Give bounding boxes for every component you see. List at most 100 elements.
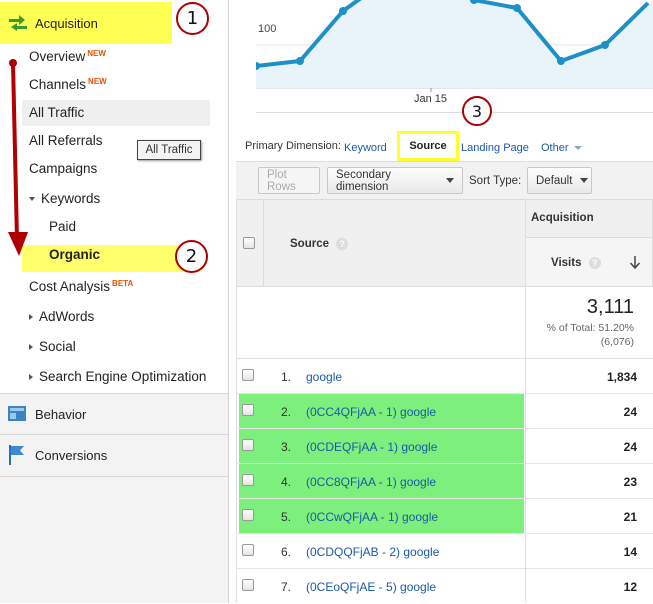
- collapsed-caret-icon: [29, 314, 33, 321]
- x-tick-label: Jan 15: [414, 93, 448, 105]
- chevron-down-icon: [573, 146, 582, 151]
- row-visits: 24: [623, 405, 637, 419]
- other-label: Other: [541, 142, 569, 154]
- overview-label: Overview: [29, 49, 86, 64]
- adwords-label: AdWords: [39, 309, 95, 324]
- sort-type-value: Default: [536, 174, 573, 187]
- chart-point: [557, 57, 565, 65]
- row-number: 1.: [281, 370, 292, 384]
- row-visits: 14: [623, 545, 637, 559]
- row-visits: 12: [623, 580, 637, 594]
- column-divider: [525, 199, 526, 603]
- sort-type-dropdown[interactable]: Default: [527, 167, 592, 194]
- visits-column-header[interactable]: Visits ?: [551, 257, 601, 269]
- row-number: 6.: [281, 545, 292, 559]
- row-checkbox[interactable]: [242, 544, 254, 556]
- dimension-other-dropdown[interactable]: Other: [541, 142, 582, 154]
- source-column-header[interactable]: Source ?: [290, 238, 349, 250]
- row-source-link[interactable]: (0CEoQFjAE - 5) google: [306, 580, 436, 594]
- row-number: 3.: [281, 440, 292, 454]
- social-label: Social: [39, 339, 76, 354]
- collapsed-caret-icon: [29, 374, 33, 381]
- sidebar-conversions[interactable]: Conversions: [0, 435, 228, 476]
- channels-label: Channels: [29, 77, 87, 92]
- total-visits: 3,111: [586, 296, 634, 318]
- primary-dimension-label: Primary Dimension:: [245, 140, 341, 152]
- behavior-icon: [8, 406, 26, 421]
- sidebar-item-adwords[interactable]: AdWords: [29, 309, 94, 324]
- dimension-keyword-link[interactable]: Keyword: [344, 142, 387, 154]
- sidebar-acquisition[interactable]: Acquisition: [0, 2, 172, 44]
- sidebar-item-overview[interactable]: Overview NEW: [29, 49, 106, 64]
- chart-point: [513, 4, 521, 12]
- keywords-label: Keywords: [41, 191, 101, 206]
- table-row: 7. (0CEoQFjAE - 5) google 12: [236, 569, 653, 604]
- table-row: 1. google 1,834: [236, 359, 653, 394]
- secondary-dimension-dropdown[interactable]: Secondary dimension: [327, 167, 463, 194]
- row-checkbox[interactable]: [242, 474, 254, 486]
- help-icon[interactable]: ?: [336, 238, 349, 250]
- sidebar-item-social[interactable]: Social: [29, 339, 76, 354]
- total-percentage: % of Total: 51.20%: [546, 322, 634, 334]
- sidebar-behavior[interactable]: Behavior: [0, 394, 228, 435]
- chart-point: [601, 41, 609, 49]
- row-source-link[interactable]: (0CDEQFjAA - 1) google: [306, 440, 437, 454]
- sort-type-label: Sort Type:: [469, 175, 522, 187]
- y-tick-label: 100: [258, 23, 277, 35]
- sidebar-item-organic[interactable]: Organic: [49, 247, 100, 262]
- acquisition-label: Acquisition: [35, 15, 98, 31]
- annotation-marker-2: 2: [175, 240, 208, 273]
- visits-header-label: Visits: [551, 257, 582, 269]
- row-number: 7.: [281, 580, 292, 594]
- row-checkbox[interactable]: [242, 369, 254, 381]
- row-visits: 21: [623, 510, 637, 524]
- row-checkbox[interactable]: [242, 439, 254, 451]
- visits-line-chart: [256, 0, 653, 92]
- total-base: (6,076): [600, 336, 634, 348]
- sidebar-item-seo[interactable]: Search Engine Optimization: [29, 369, 206, 384]
- row-checkbox[interactable]: [242, 509, 254, 521]
- sort-descending-icon[interactable]: [629, 255, 641, 269]
- secondary-dimension-label: Secondary dimension: [336, 168, 391, 193]
- chart-point: [296, 57, 304, 65]
- row-source-link[interactable]: (0CC8QFjAA - 1) google: [306, 475, 436, 489]
- select-all-checkbox[interactable]: [243, 237, 255, 249]
- row-checkbox[interactable]: [242, 404, 254, 416]
- beta-badge: BETA: [112, 279, 134, 288]
- cost-analysis-label: Cost Analysis: [29, 279, 111, 294]
- table-row: 5. (0CCwQFjAA - 1) google 21: [236, 499, 653, 534]
- sidebar: Acquisition Overview NEW Channels NEW All …: [0, 0, 229, 603]
- row-source-link[interactable]: (0CDQQFjAB - 2) google: [306, 545, 439, 559]
- help-icon[interactable]: ?: [588, 257, 601, 269]
- seo-label: Search Engine Optimization: [39, 369, 207, 384]
- chart-divider: [256, 112, 653, 113]
- row-visits: 1,834: [606, 370, 637, 384]
- dimension-source-selected[interactable]: Source: [397, 131, 459, 161]
- sidebar-item-paid[interactable]: Paid: [49, 219, 76, 234]
- sidebar-item-cost-analysis[interactable]: Cost Analysis BETA: [29, 279, 133, 294]
- annotation-marker-1: 1: [176, 2, 209, 35]
- row-visits: 24: [623, 440, 637, 454]
- row-source-link[interactable]: google: [306, 370, 342, 384]
- plot-rows-button[interactable]: Plot Rows: [258, 167, 320, 194]
- sidebar-item-keywords[interactable]: Keywords: [29, 191, 100, 206]
- row-source-link[interactable]: (0CC4QFjAA - 1) google: [306, 405, 436, 419]
- sidebar-item-channels[interactable]: Channels NEW: [29, 77, 107, 92]
- row-checkbox[interactable]: [242, 579, 254, 591]
- table-row: 2. (0CC4QFjAA - 1) google 24: [236, 394, 653, 429]
- row-number: 5.: [281, 510, 292, 524]
- expanded-caret-icon: [29, 197, 35, 202]
- tooltip: All Traffic: [137, 140, 201, 160]
- sidebar-item-campaigns[interactable]: Campaigns: [29, 161, 97, 176]
- acquisition-icon: [9, 15, 27, 31]
- behavior-label: Behavior: [35, 407, 87, 422]
- sidebar-item-all-traffic[interactable]: All Traffic: [29, 105, 84, 120]
- row-number: 4.: [281, 475, 292, 489]
- chevron-down-icon: [580, 178, 589, 183]
- dimension-landing-page-link[interactable]: Landing Page: [461, 142, 529, 154]
- sidebar-item-all-referrals[interactable]: All Referrals: [29, 133, 103, 148]
- row-source-link[interactable]: (0CCwQFjAA - 1) google: [306, 510, 438, 524]
- flag-icon: [9, 445, 24, 465]
- new-badge: NEW: [88, 77, 107, 86]
- row-visits: 23: [623, 475, 637, 489]
